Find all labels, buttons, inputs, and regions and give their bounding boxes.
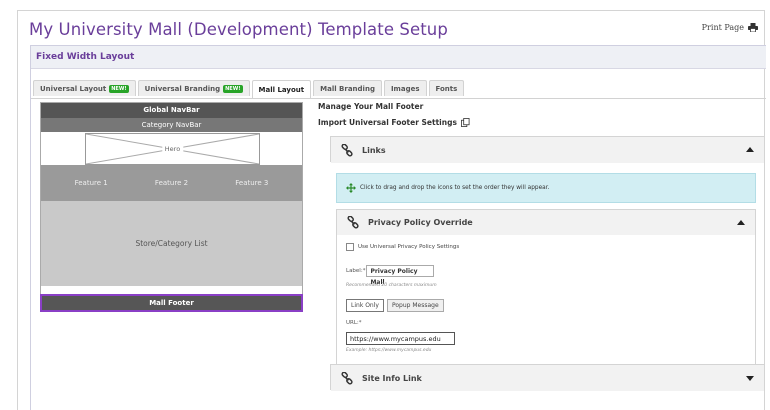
url-input[interactable]: https://www.mycampus.edu [346, 332, 455, 345]
wire-hero-label: Hero [161, 145, 184, 153]
use-universal-privacy-label: Use Universal Privacy Policy Settings [358, 244, 460, 250]
wire-feature-3: Feature 3 [235, 179, 269, 187]
link-icon [347, 216, 359, 229]
link-only-button[interactable]: Link Only [346, 299, 384, 312]
page-title: My University Mall (Development) Templat… [29, 20, 448, 39]
tab-universal-branding[interactable]: Universal Branding NEW! [137, 80, 250, 96]
tab-label: Fonts [435, 84, 458, 93]
privacy-policy-panel: Privacy Policy Override Use Universal Pr… [336, 209, 756, 383]
tab-images[interactable]: Images [383, 80, 427, 96]
layout-wireframe: Global NavBar Category NavBar Hero Featu… [40, 102, 303, 312]
wire-feature-1: Feature 1 [74, 179, 108, 187]
privacy-panel-header[interactable]: Privacy Policy Override [337, 210, 755, 235]
tab-fonts[interactable]: Fonts [428, 80, 465, 96]
new-badge: NEW! [223, 84, 243, 93]
url-field-caption: URL:* [346, 320, 362, 326]
label-hint: Recommended 20 characters maximum [346, 283, 437, 288]
tab-label: Universal Layout [40, 84, 107, 93]
footer-manager: Manage Your Mall Footer Import Universal… [314, 99, 767, 410]
wire-category-navbar[interactable]: Category NavBar [41, 118, 302, 132]
privacy-panel-title: Privacy Policy Override [368, 218, 473, 227]
tab-universal-layout[interactable]: Universal Layout NEW! [33, 80, 136, 96]
url-hint: Example: https://www.mycampus.edu [346, 348, 432, 353]
site-info-panel[interactable]: Site Info Link [330, 364, 765, 391]
popup-message-button[interactable]: Popup Message [386, 299, 444, 312]
wire-features[interactable]: Feature 1 Feature 2 Feature 3 [41, 165, 302, 201]
drag-info-banner: Click to drag and drop the icons to set … [336, 173, 756, 203]
collapse-icon[interactable] [737, 219, 745, 225]
link-icon [341, 143, 353, 157]
links-panel-header[interactable]: Links [331, 137, 764, 163]
links-panel-title: Links [362, 145, 386, 155]
use-universal-privacy-row[interactable]: Use Universal Privacy Policy Settings [346, 243, 459, 251]
tab-label: Images [390, 84, 420, 93]
tab-mall-branding[interactable]: Mall Branding [313, 80, 382, 96]
wire-hero[interactable]: Hero [85, 133, 260, 165]
tab-content: Global NavBar Category NavBar Hero Featu… [31, 98, 766, 410]
import-footer-label: Import Universal Footer Settings [318, 118, 457, 127]
page-container: My University Mall (Development) Templat… [17, 10, 766, 410]
site-info-panel-header[interactable]: Site Info Link [331, 365, 764, 391]
label-field-caption: Label:* [346, 268, 366, 274]
link-icon [341, 371, 353, 385]
label-field-row: Label:* Privacy Policy Mall [346, 265, 435, 286]
print-page-link[interactable]: Print Page [702, 23, 758, 32]
layout-section: Fixed Width Layout Universal Layout NEW!… [30, 45, 766, 410]
tab-label: Mall Branding [320, 84, 375, 93]
import-footer-settings[interactable]: Import Universal Footer Settings [318, 118, 470, 127]
wire-feature-2: Feature 2 [154, 179, 189, 187]
wire-mall-footer[interactable]: Mall Footer [40, 294, 303, 312]
drag-info-text: Click to drag and drop the icons to set … [360, 185, 550, 191]
link-type-toggle: Link Only Popup Message [346, 299, 444, 312]
move-icon [346, 183, 356, 193]
tab-label: Mall Layout [258, 85, 305, 94]
collapse-icon[interactable] [746, 147, 754, 152]
tab-label: Universal Branding [144, 84, 221, 93]
wire-store-category-list[interactable]: Store/Category List [41, 201, 302, 286]
links-panel[interactable]: Links [330, 136, 765, 163]
copy-icon [460, 118, 470, 127]
printer-icon [748, 23, 758, 32]
wire-global-navbar[interactable]: Global NavBar [41, 103, 302, 118]
print-page-label: Print Page [701, 23, 744, 32]
use-universal-privacy-checkbox[interactable] [346, 243, 354, 251]
tab-mall-layout[interactable]: Mall Layout [251, 80, 312, 98]
site-info-panel-title: Site Info Link [362, 373, 422, 383]
new-badge: NEW! [109, 84, 129, 93]
section-title: Fixed Width Layout [31, 46, 766, 69]
label-input[interactable]: Privacy Policy Mall [366, 265, 435, 286]
tab-bar: Universal Layout NEW! Universal Branding… [31, 70, 766, 98]
manage-footer-title: Manage Your Mall Footer [318, 102, 424, 111]
expand-icon[interactable] [746, 376, 754, 381]
